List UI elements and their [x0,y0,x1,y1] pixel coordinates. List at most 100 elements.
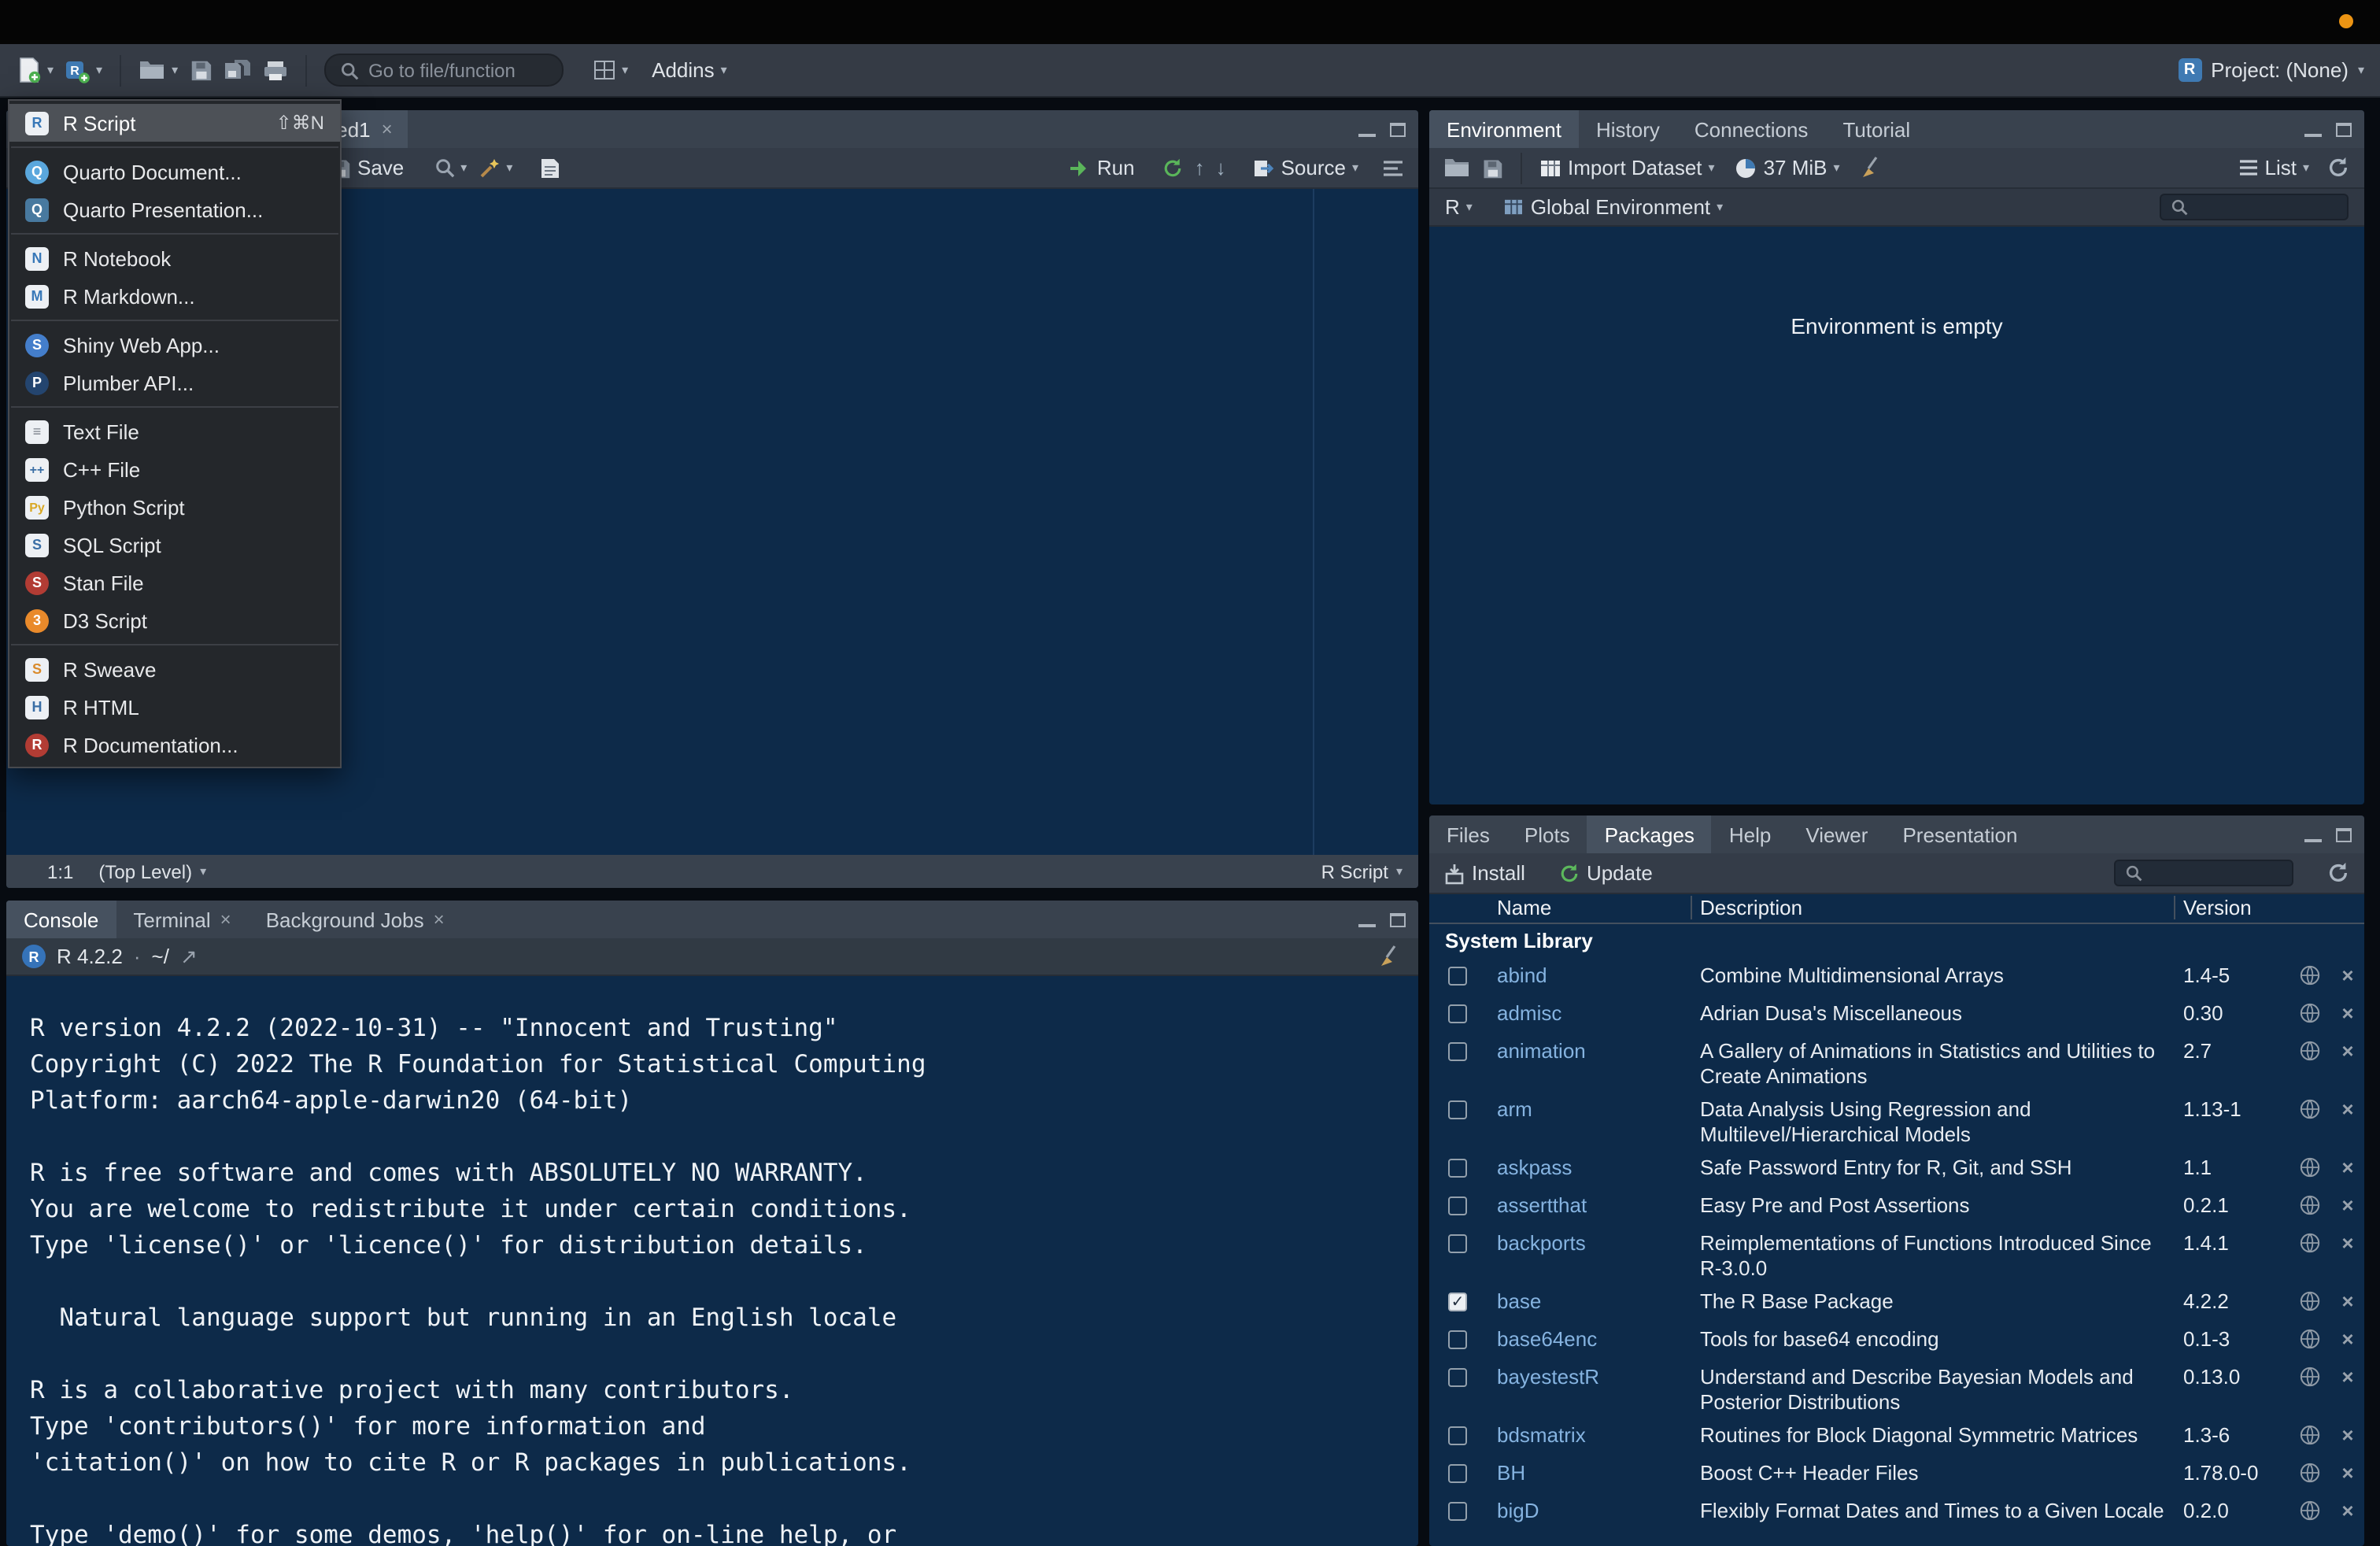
new-file-button[interactable]: ▾ [16,57,54,83]
clear-environment-broom-icon[interactable] [1861,156,1884,179]
package-loaded-checkbox[interactable] [1448,1004,1467,1023]
open-file-button[interactable]: ▾ [139,60,178,80]
save-all-button[interactable] [224,58,252,82]
menu-item-stan[interactable]: Stan File [9,564,340,601]
menu-item-sql[interactable]: SQL Script [9,526,340,564]
package-loaded-checkbox[interactable] [1448,1196,1467,1215]
package-website-icon[interactable] [2300,1290,2331,1319]
memory-usage-button[interactable]: 37 MiB ▾ [1735,156,1840,179]
package-remove-icon[interactable]: × [2331,1000,2364,1024]
menu-item-python[interactable]: Python Script [9,488,340,526]
package-remove-icon[interactable]: × [2331,963,2364,986]
package-loaded-checkbox[interactable] [1448,1233,1467,1252]
refresh-icon[interactable] [2326,156,2350,179]
package-website-icon[interactable] [2300,964,2331,993]
save-workspace-icon[interactable] [1481,157,1503,179]
source-button[interactable]: Source ▾ [1253,156,1358,179]
package-name-link[interactable]: animation [1497,1038,1700,1063]
package-remove-icon[interactable]: × [2331,1097,2364,1120]
tab-help[interactable]: Help [1712,816,1789,853]
package-website-icon[interactable] [2300,1328,2331,1356]
tab-viewer[interactable]: Viewer [1788,816,1885,853]
goto-file-input[interactable]: Go to file/function [324,54,564,87]
package-website-icon[interactable] [2300,1424,2331,1452]
package-website-icon[interactable] [2300,1002,2331,1030]
minimize-icon[interactable] [1358,122,1376,136]
package-name-link[interactable]: admisc [1497,1000,1700,1026]
package-website-icon[interactable] [2300,1156,2331,1185]
package-remove-icon[interactable]: × [2331,1230,2364,1254]
package-loaded-checkbox[interactable] [1448,1041,1467,1060]
package-remove-icon[interactable]: × [2331,1289,2364,1312]
tab-console[interactable]: Console [6,901,116,938]
column-header-description[interactable]: Description [1700,896,1802,919]
package-loaded-checkbox[interactable] [1448,1463,1467,1482]
package-name-link[interactable]: abind [1497,963,1700,988]
package-loaded-checkbox[interactable]: ✓ [1448,1292,1467,1311]
tab-close-icon[interactable]: × [220,908,231,930]
package-website-icon[interactable] [2300,1232,2331,1260]
tab-close-icon[interactable]: × [434,908,445,930]
package-website-icon[interactable] [2300,1500,2331,1528]
environment-search-input[interactable] [2160,194,2349,220]
code-tools-button[interactable]: ▾ [478,157,512,179]
previous-chunk-button[interactable]: ↑ [1195,156,1205,179]
open-in-window-icon[interactable]: ↗ [180,944,198,969]
menu-item-shiny[interactable]: Shiny Web App... [9,326,340,364]
tab-files[interactable]: Files [1429,816,1507,853]
menu-item-d3[interactable]: D3 Script [9,601,340,639]
clear-console-broom-icon[interactable] [1379,945,1402,968]
maximize-icon[interactable] [2336,122,2352,136]
column-header-name[interactable]: Name [1497,896,1551,919]
package-name-link[interactable]: base64enc [1497,1326,1700,1352]
package-name-link[interactable]: bayestestR [1497,1364,1700,1389]
package-loaded-checkbox[interactable] [1448,1330,1467,1348]
tab-tutorial[interactable]: Tutorial [1825,110,1927,148]
open-workspace-icon[interactable] [1443,157,1470,178]
package-name-link[interactable]: bdsmatrix [1497,1422,1700,1448]
package-name-link[interactable]: backports [1497,1230,1700,1256]
package-website-icon[interactable] [2300,1366,2331,1394]
menu-item-r-notebook[interactable]: R Notebook [9,239,340,277]
tab-packages[interactable]: Packages [1587,816,1712,853]
next-chunk-button[interactable]: ↓ [1216,156,1226,179]
addins-button[interactable]: Addins ▾ [652,58,727,82]
run-button[interactable]: Run [1069,156,1135,179]
project-menu-button[interactable]: Project: (None) ▾ [2178,58,2364,82]
package-website-icon[interactable] [2300,1098,2331,1126]
tab-background-jobs[interactable]: Background Jobs× [249,901,462,938]
package-website-icon[interactable] [2300,1040,2331,1068]
package-remove-icon[interactable]: × [2331,1155,2364,1178]
new-project-button[interactable]: R ▾ [65,57,102,83]
menu-item-r-doc[interactable]: R Documentation... [9,726,340,764]
package-loaded-checkbox[interactable] [1448,966,1467,985]
menu-item-text-file[interactable]: Text File [9,412,340,450]
package-loaded-checkbox[interactable] [1448,1426,1467,1444]
document-outline-button[interactable] [1382,158,1404,177]
package-name-link[interactable]: arm [1497,1097,1700,1122]
package-name-link[interactable]: assertthat [1497,1193,1700,1218]
tab-environment[interactable]: Environment [1429,110,1579,148]
console-output[interactable]: R version 4.2.2 (2022-10-31) -- "Innocen… [6,976,1418,1546]
package-loaded-checkbox[interactable] [1448,1100,1467,1119]
package-remove-icon[interactable]: × [2331,1498,2364,1522]
menu-item-r-sweave[interactable]: R Sweave [9,650,340,688]
menu-item-r-markdown[interactable]: R Markdown... [9,277,340,315]
file-type-selector[interactable]: R Script ▾ [1321,860,1402,882]
import-dataset-button[interactable]: Import Dataset ▾ [1539,156,1715,179]
package-remove-icon[interactable]: × [2331,1193,2364,1216]
maximize-icon[interactable] [1390,122,1406,136]
tab-connections[interactable]: Connections [1677,110,1826,148]
package-name-link[interactable]: bigD [1497,1498,1700,1523]
panes-layout-button[interactable]: ▾ [593,60,628,80]
package-remove-icon[interactable]: × [2331,1460,2364,1484]
list-view-button[interactable]: List ▾ [2238,156,2310,179]
package-remove-icon[interactable]: × [2331,1364,2364,1388]
menu-item-quarto-doc[interactable]: Quarto Document... [9,153,340,190]
save-button[interactable] [189,58,213,82]
menu-item-r-html[interactable]: R HTML [9,688,340,726]
packages-search-input[interactable] [2114,860,2293,886]
menu-item-cpp-file[interactable]: C++ File [9,450,340,488]
update-button[interactable]: Update [1558,861,1653,885]
menu-item-quarto-pres[interactable]: Quarto Presentation... [9,190,340,228]
